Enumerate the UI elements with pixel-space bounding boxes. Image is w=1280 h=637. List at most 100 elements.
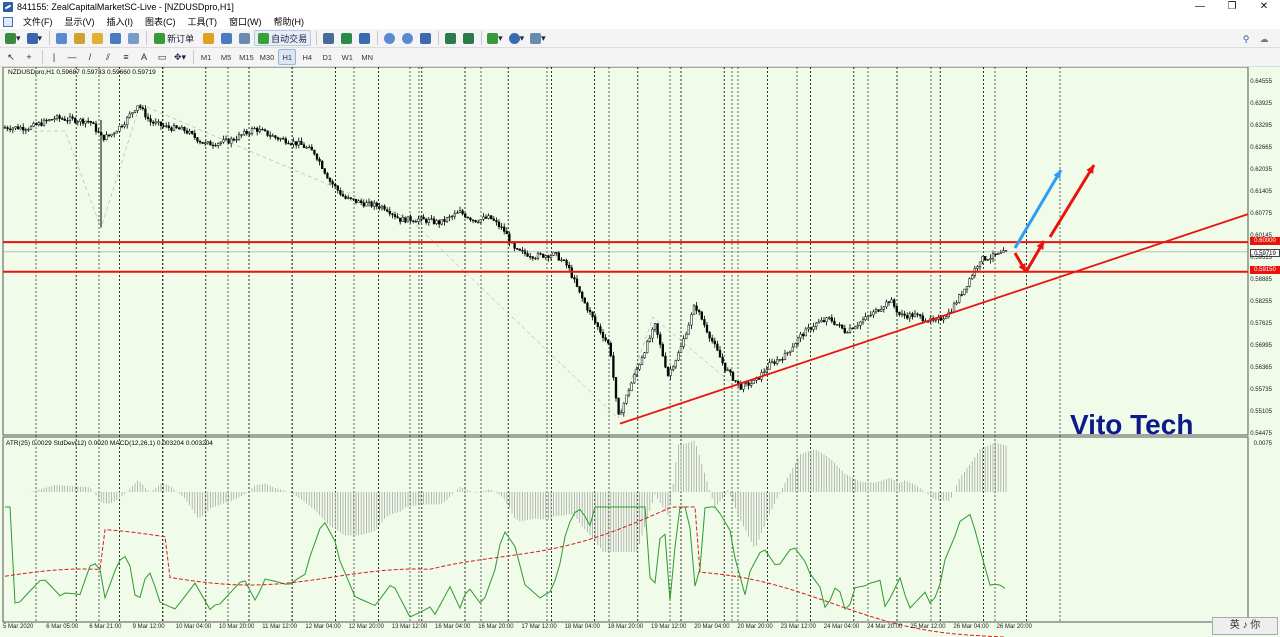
trendline-icon[interactable]: / xyxy=(82,49,98,65)
timeframe-m30[interactable]: M30 xyxy=(258,49,277,65)
autoscroll-icon[interactable] xyxy=(460,30,476,46)
timeframe-h1[interactable]: H1 xyxy=(278,49,297,65)
indicators-icon[interactable]: ▾ xyxy=(485,30,505,46)
toolbar-separator xyxy=(438,31,440,45)
candle-body xyxy=(505,231,508,235)
candle-body xyxy=(3,127,7,129)
candle-body xyxy=(370,201,373,207)
candlestick-icon[interactable] xyxy=(338,30,354,46)
strategy-tester-icon[interactable] xyxy=(125,30,141,46)
menu-help[interactable]: 帮助(H) xyxy=(268,15,311,29)
candle-body xyxy=(643,352,646,358)
candle-body xyxy=(809,327,813,330)
candle-body xyxy=(250,128,254,134)
candle-body xyxy=(289,143,293,145)
candle-body xyxy=(864,316,867,321)
candle-body xyxy=(373,202,376,207)
periods-icon[interactable]: ▾ xyxy=(507,30,527,46)
data-window-icon[interactable] xyxy=(71,30,87,46)
document-icon[interactable] xyxy=(3,16,13,27)
candle-body xyxy=(492,218,495,221)
zoom-out-icon[interactable] xyxy=(399,30,415,46)
candle-body xyxy=(391,213,394,215)
candle-body xyxy=(396,216,399,219)
menu-tools[interactable]: 工具(T) xyxy=(182,15,224,29)
menu-chart[interactable]: 图表(C) xyxy=(139,15,182,29)
candle-body xyxy=(815,322,818,327)
candle-body xyxy=(651,328,654,339)
ime-indicator[interactable]: 英 ♪ 你 xyxy=(1212,617,1278,635)
new-order-button[interactable]: 新订单 xyxy=(150,30,198,46)
timeframe-d1[interactable]: D1 xyxy=(318,49,336,65)
candle-body xyxy=(620,412,623,415)
candle-body xyxy=(976,266,979,269)
text-icon[interactable]: A xyxy=(136,49,152,65)
label-icon[interactable]: ▭ xyxy=(154,49,170,65)
timeframe-m1[interactable]: M1 xyxy=(197,49,215,65)
horizontal-line-icon[interactable]: — xyxy=(64,49,80,65)
market-watch-icon[interactable] xyxy=(53,30,69,46)
new-chart-icon[interactable]: ▾ xyxy=(3,30,23,46)
cursor-icon[interactable]: ↖ xyxy=(3,49,19,65)
candle-body xyxy=(183,126,186,132)
timeframe-mn[interactable]: MN xyxy=(358,49,376,65)
chart-canvas[interactable] xyxy=(0,67,1280,637)
toolbar-right: ⚲ ☁ xyxy=(1238,31,1274,47)
candle-body xyxy=(344,196,347,199)
candle-body xyxy=(87,120,90,123)
candle-body xyxy=(360,200,363,203)
menu-insert[interactable]: 插入(I) xyxy=(101,15,140,29)
signals-icon[interactable] xyxy=(218,30,234,46)
autotrade-label: 自动交易 xyxy=(271,33,308,44)
price-tick-label: 0.56995 xyxy=(1250,343,1272,349)
minimize-button[interactable]: — xyxy=(1184,0,1216,14)
candle-body xyxy=(763,371,766,373)
metaeditor-icon[interactable] xyxy=(200,30,216,46)
channel-icon[interactable]: ⫽ xyxy=(100,49,116,65)
candle-body xyxy=(393,214,397,217)
zoom-in-icon[interactable] xyxy=(381,30,397,46)
timeframe-m15[interactable]: M15 xyxy=(237,49,256,65)
chat-icon[interactable]: ☁ xyxy=(1256,31,1272,47)
candle-body xyxy=(903,313,906,316)
chart-shift-icon[interactable] xyxy=(442,30,458,46)
menu-view[interactable]: 显示(V) xyxy=(59,15,101,29)
menu-file[interactable]: 文件(F) xyxy=(17,15,59,29)
vertical-line-icon[interactable]: | xyxy=(46,49,62,65)
candle-body xyxy=(958,294,961,303)
chart-window[interactable]: NZDUSDpro,H1 0.59687 0.59733 0.59660 0.5… xyxy=(0,67,1280,637)
candle-body xyxy=(705,324,709,333)
candle-body xyxy=(37,122,40,126)
terminal-icon[interactable] xyxy=(107,30,123,46)
toolbar-separator xyxy=(193,50,195,64)
arrows-icon[interactable]: ✥▾ xyxy=(172,49,188,65)
candle-body xyxy=(752,379,755,384)
candle-body xyxy=(991,253,995,259)
fibonacci-icon[interactable]: ≡ xyxy=(118,49,134,65)
bar-chart-icon[interactable] xyxy=(320,30,336,46)
timeframe-h4[interactable]: H4 xyxy=(298,49,316,65)
navigator-icon[interactable] xyxy=(89,30,105,46)
search-icon[interactable]: ⚲ xyxy=(1238,31,1254,47)
menu-window[interactable]: 窗口(W) xyxy=(223,15,268,29)
candle-body xyxy=(529,256,532,258)
toolbar-separator xyxy=(146,31,148,45)
candle-body xyxy=(172,125,176,131)
market-icon[interactable] xyxy=(236,30,252,46)
profiles-icon[interactable]: ▾ xyxy=(25,30,45,46)
line-chart-icon[interactable] xyxy=(356,30,372,46)
maximize-button[interactable]: ❐ xyxy=(1216,0,1248,14)
autotrade-button[interactable]: 自动交易 xyxy=(254,30,312,46)
tile-windows-icon[interactable] xyxy=(417,30,433,46)
timeframe-w1[interactable]: W1 xyxy=(338,49,356,65)
time-tick-label: 26 Mar 04:00 xyxy=(953,624,989,630)
close-button[interactable]: ✕ xyxy=(1248,0,1280,14)
candle-body xyxy=(833,320,836,325)
crosshair-icon[interactable]: + xyxy=(21,49,37,65)
candle-body xyxy=(495,220,498,223)
candle-body xyxy=(362,202,365,207)
templates-icon[interactable]: ▾ xyxy=(528,30,548,46)
timeframe-m5[interactable]: M5 xyxy=(217,49,235,65)
candle-body xyxy=(352,198,355,200)
candle-body xyxy=(633,374,636,384)
